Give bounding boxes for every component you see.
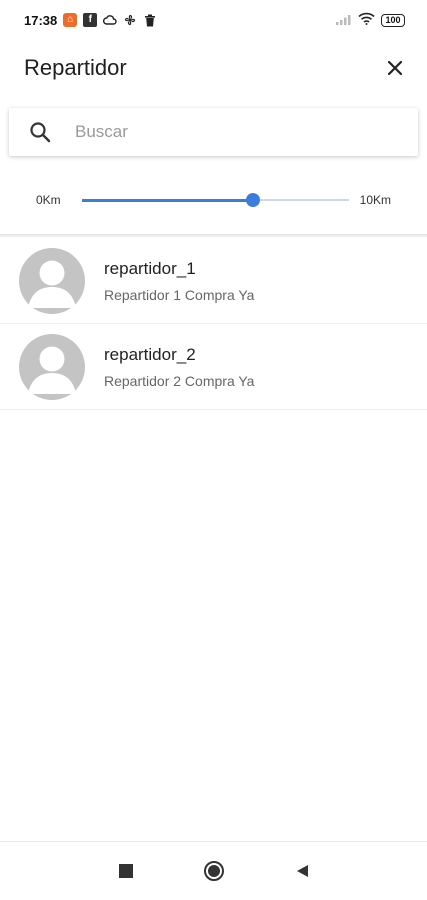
close-button[interactable] xyxy=(381,54,409,82)
driver-name: repartidor_1 xyxy=(104,258,196,278)
avatar xyxy=(19,333,85,400)
status-bar: 17:38 ⌂ f 100 xyxy=(0,0,427,40)
search-bar xyxy=(9,108,418,156)
home-button[interactable] xyxy=(201,858,227,884)
square-icon xyxy=(118,864,133,878)
page-title: Repartidor xyxy=(24,55,127,80)
trash-icon xyxy=(143,13,157,27)
triangle-back-icon xyxy=(296,865,308,877)
status-right: 100 xyxy=(336,12,405,28)
list-item[interactable]: repartidor_2 Repartidor 2 Compra Ya xyxy=(0,324,427,410)
list-item[interactable]: repartidor_1 Repartidor 1 Compra Ya xyxy=(0,238,427,324)
status-left: 17:38 ⌂ f xyxy=(24,13,157,28)
distance-filter: 0Km 10Km xyxy=(0,180,427,220)
signal-icon xyxy=(336,13,352,28)
system-nav-bar xyxy=(0,841,427,900)
wifi-icon xyxy=(358,12,375,28)
driver-list: repartidor_1 Repartidor 1 Compra Ya repa… xyxy=(0,238,427,410)
distance-slider[interactable] xyxy=(82,190,349,210)
user-avatar-icon xyxy=(19,333,85,400)
driver-subtitle: Repartidor 1 Compra Ya xyxy=(104,286,255,303)
battery-icon: 100 xyxy=(381,13,405,27)
close-icon xyxy=(387,60,403,76)
driver-name: repartidor_2 xyxy=(104,344,196,364)
app-notification-icon: ⌂ xyxy=(63,13,78,27)
slider-max-label: 10Km xyxy=(359,193,391,207)
app-header: Repartidor xyxy=(0,40,427,96)
slider-min-label: 0Km xyxy=(36,193,61,207)
status-time: 17:38 xyxy=(24,12,58,28)
facebook-icon: f xyxy=(83,13,98,27)
avatar xyxy=(19,247,85,314)
driver-subtitle: Repartidor 2 Compra Ya xyxy=(104,372,255,389)
user-avatar-icon xyxy=(19,247,85,314)
circle-icon xyxy=(203,861,224,881)
fan-icon xyxy=(123,13,137,27)
search-input[interactable] xyxy=(71,108,418,156)
search-icon xyxy=(9,121,71,143)
slider-fill xyxy=(82,198,253,202)
slider-thumb[interactable] xyxy=(245,193,260,207)
back-button[interactable] xyxy=(289,858,315,884)
cloud-icon xyxy=(103,13,117,27)
recents-button[interactable] xyxy=(113,858,139,884)
